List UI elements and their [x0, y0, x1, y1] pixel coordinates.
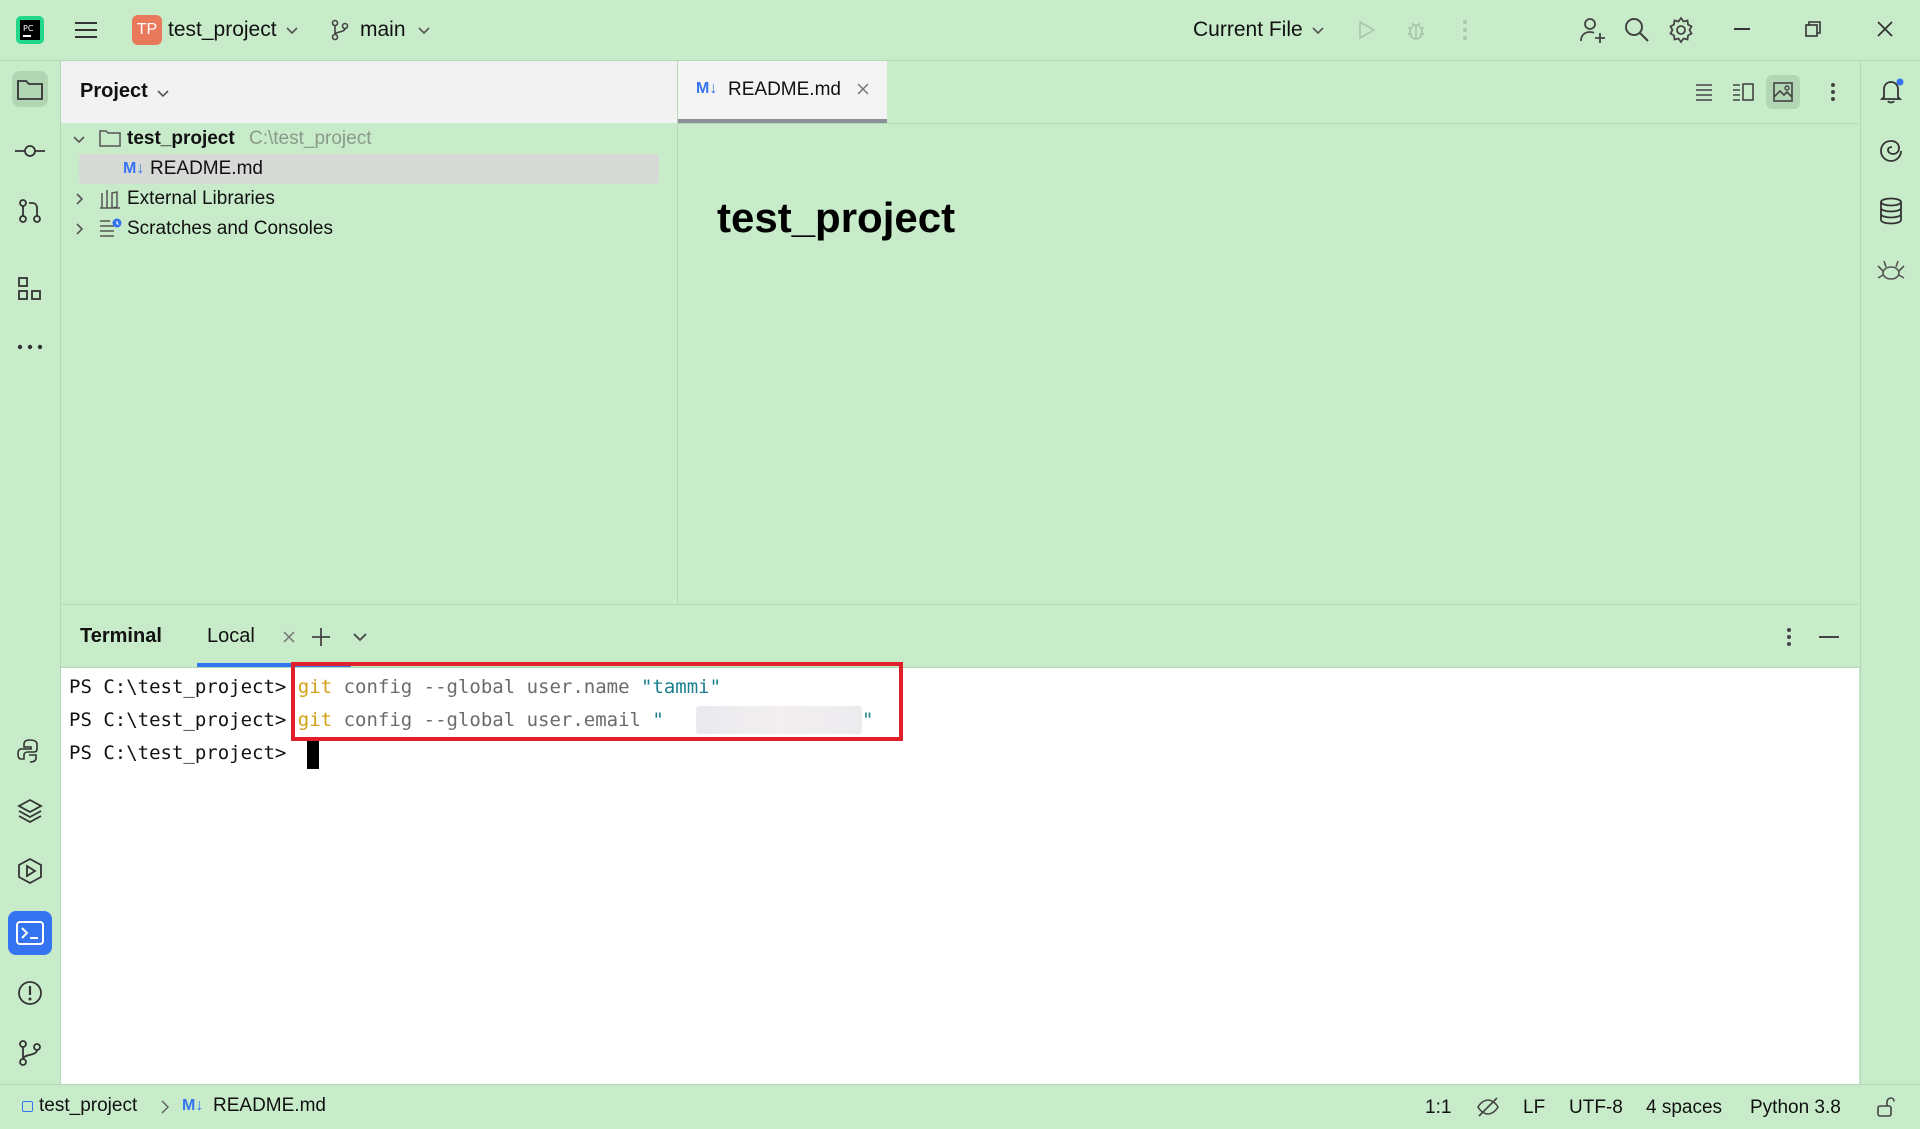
problems-icon[interactable]	[12, 975, 48, 1011]
project-panel-header: Project	[61, 61, 677, 123]
preview-only-view-icon[interactable]	[1766, 75, 1800, 109]
folder-icon	[99, 129, 121, 147]
settings-gear-icon[interactable]	[1666, 15, 1696, 45]
project-panel: Project test_project C:\test_project M↓ …	[61, 61, 678, 603]
terminal-cursor[interactable]	[307, 739, 319, 769]
tree-item-label: Scratches and Consoles	[127, 218, 333, 239]
terminal-line-3: PS C:\test_project>	[69, 742, 286, 764]
markdown-heading: test_project	[717, 194, 956, 241]
new-terminal-plus-icon[interactable]	[310, 626, 332, 648]
more-options-icon[interactable]	[1460, 18, 1470, 42]
search-icon[interactable]	[1622, 15, 1652, 45]
title-bar: PC TP test_project main Current File	[0, 0, 1920, 61]
git-icon[interactable]	[12, 1035, 48, 1071]
python-interpreter[interactable]: Python 3.8	[1750, 1097, 1841, 1119]
editor-tab-readme[interactable]: M↓ README.md	[678, 61, 887, 123]
chevron-down-icon[interactable]	[416, 22, 432, 38]
unlock-icon[interactable]	[1876, 1096, 1896, 1118]
ai-assistant-icon[interactable]	[1873, 133, 1909, 169]
tree-item-path: C:\test_project	[249, 128, 372, 149]
terminal-prompt: PS C:\test_project>	[69, 709, 287, 731]
editor-more-options-icon[interactable]	[1828, 81, 1838, 103]
branch-name[interactable]: main	[360, 18, 406, 42]
editor-area: M↓ README.md test_project	[678, 61, 1859, 603]
right-tool-strip	[1860, 61, 1920, 1084]
debug-icon[interactable]	[1404, 18, 1428, 42]
markdown-file-icon: M↓	[182, 1097, 204, 1114]
tree-item-external-libraries[interactable]: External Libraries	[61, 184, 677, 214]
tree-item-test-project[interactable]: test_project C:\test_project	[61, 124, 677, 154]
breadcrumb-separator-icon	[160, 1099, 170, 1115]
markdown-file-icon: M↓	[696, 80, 718, 97]
terminal-options-icon[interactable]	[1784, 626, 1794, 648]
line-separator[interactable]: LF	[1523, 1097, 1545, 1119]
project-badge[interactable]: TP	[132, 15, 162, 45]
run-icon[interactable]	[1354, 18, 1378, 42]
inspections-off-icon[interactable]	[1476, 1096, 1500, 1118]
chevron-right-icon[interactable]	[71, 191, 87, 207]
tab-label: Local	[207, 625, 255, 647]
add-user-icon[interactable]	[1578, 15, 1608, 45]
chevron-expanded-icon[interactable]	[71, 131, 87, 147]
chevron-down-icon[interactable]	[284, 22, 300, 38]
sciview-crab-icon[interactable]	[1873, 253, 1909, 289]
chevron-right-icon[interactable]	[71, 221, 87, 237]
status-bar: test_project M↓ README.md 1:1 LF UTF-8 4…	[0, 1084, 1920, 1129]
chevron-down-icon[interactable]	[155, 85, 171, 101]
run-config-selector[interactable]: Current File	[1193, 18, 1303, 42]
tree-item-scratches[interactable]: Scratches and Consoles	[61, 214, 677, 244]
editor-only-view-icon[interactable]	[1693, 81, 1715, 103]
close-tab-icon[interactable]	[282, 630, 296, 644]
indent-setting[interactable]: 4 spaces	[1646, 1097, 1722, 1119]
file-encoding[interactable]: UTF-8	[1569, 1097, 1623, 1119]
services-icon[interactable]	[12, 853, 48, 889]
tree-item-label: External Libraries	[127, 188, 275, 209]
terminal-header: Terminal Local	[61, 605, 1859, 668]
database-icon[interactable]	[1873, 193, 1909, 229]
scratches-icon	[99, 218, 123, 240]
pull-requests-icon[interactable]	[12, 193, 48, 229]
terminal-dropdown-chevron-icon[interactable]	[351, 629, 369, 645]
pycharm-logo[interactable]: PC	[16, 16, 44, 44]
branch-icon[interactable]	[330, 19, 350, 41]
close-window-icon[interactable]	[1876, 20, 1894, 38]
terminal-title: Terminal	[80, 625, 162, 647]
project-panel-title[interactable]: Project	[80, 80, 148, 103]
tree-item-label: test_project	[127, 128, 235, 149]
editor-tab-bar: M↓ README.md	[678, 61, 1859, 124]
tree-item-label: README.md	[150, 158, 263, 179]
terminal-tool-icon[interactable]	[8, 911, 52, 955]
python-console-icon[interactable]	[12, 733, 48, 769]
project-tool-folder-icon[interactable]	[12, 71, 48, 107]
split-view-icon[interactable]	[1731, 81, 1755, 103]
tab-label: README.md	[728, 79, 841, 100]
structure-icon[interactable]	[12, 271, 48, 307]
commit-icon[interactable]	[12, 133, 48, 169]
chevron-down-icon[interactable]	[1310, 22, 1326, 38]
svg-text:PC: PC	[23, 24, 34, 33]
minimize-icon[interactable]	[1734, 28, 1750, 30]
more-tools-icon[interactable]	[12, 329, 48, 365]
left-tool-strip	[0, 61, 61, 1084]
hide-panel-icon[interactable]	[1819, 636, 1839, 638]
close-tab-icon[interactable]	[856, 82, 870, 96]
highlight-box	[291, 662, 903, 741]
restore-icon[interactable]	[1804, 20, 1822, 38]
notifications-bell-icon[interactable]	[1873, 73, 1909, 109]
terminal-panel: Terminal Local PS C:\test_project> git c…	[61, 604, 1859, 1085]
breadcrumb-project[interactable]: test_project	[39, 1095, 137, 1117]
terminal-prompt: PS C:\test_project>	[69, 742, 287, 764]
project-square-icon	[22, 1101, 33, 1112]
library-icon	[99, 189, 121, 209]
caret-position[interactable]: 1:1	[1425, 1097, 1451, 1119]
terminal-prompt: PS C:\test_project>	[69, 676, 287, 698]
tree-item-readme[interactable]: M↓ README.md	[79, 154, 659, 184]
main-menu-icon[interactable]	[72, 16, 100, 44]
breadcrumb-file[interactable]: README.md	[213, 1095, 326, 1117]
markdown-file-icon: M↓	[123, 160, 145, 177]
project-name[interactable]: test_project	[168, 18, 277, 42]
layers-icon[interactable]	[12, 793, 48, 829]
